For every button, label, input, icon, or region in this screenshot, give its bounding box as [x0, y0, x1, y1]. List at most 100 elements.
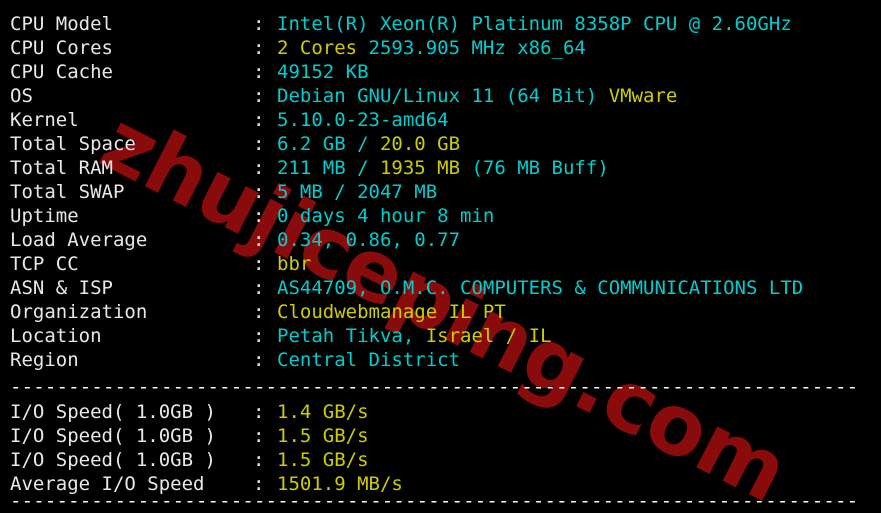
row-colon: :: [253, 13, 265, 35]
row-colon: :: [253, 425, 265, 447]
row-colon: :: [253, 109, 265, 131]
system-info-table: CPU Model: Intel(R) Xeon(R) Platinum 8358…: [10, 12, 803, 372]
separator-line-middle: ----------------------------------------…: [10, 376, 859, 398]
info-row: Kernel:5.10.0-23-amd64: [10, 108, 803, 132]
value-segment: 5.10.0-23-amd64: [277, 109, 449, 131]
info-row: OS: Debian GNU/Linux 11 (64 Bit) VMware: [10, 84, 803, 108]
row-label: Kernel: [10, 109, 79, 131]
row-label: Location: [10, 325, 102, 347]
row-colon: :: [253, 157, 265, 179]
row-value: 0.34, 0.86, 0.77: [277, 229, 460, 251]
row-label: CPU Model: [10, 13, 113, 35]
value-segment: VMware: [608, 85, 678, 107]
info-row: Location: Petah Tikva, Israel / IL: [10, 324, 803, 348]
row-label: Organization: [10, 301, 148, 323]
info-row: Total Space:6.2 GB / 20.0 GB: [10, 132, 803, 156]
row-value: Petah Tikva, Israel / IL: [277, 325, 552, 347]
value-segment: 0.34, 0.86, 0.77: [277, 229, 461, 251]
row-value: 211 MB / 1935 MB (76 MB Buff): [277, 157, 609, 179]
row-value: 49152 KB: [277, 61, 369, 83]
io-speed-table: I/O Speed( 1.0GB ):1.4 GB/s I/O Speed( 1.…: [10, 400, 403, 496]
row-colon: :: [253, 85, 265, 107]
info-row: Total RAM:211 MB / 1935 MB (76 MB Buff): [10, 156, 803, 180]
value-segment: Central District: [277, 349, 461, 371]
row-value: bbr: [277, 253, 311, 275]
terminal-screen: zhujiceping.com ------------------------…: [0, 0, 881, 513]
row-value: 2 Cores 2593.905 MHz x86_64: [277, 37, 586, 59]
value-segment: Debian GNU/Linux 11 (64 Bit): [277, 85, 609, 107]
row-colon: :: [253, 37, 265, 59]
row-colon: :: [253, 349, 265, 371]
value-segment: 211 MB: [277, 157, 358, 179]
row-label: Load Average: [10, 229, 148, 251]
row-value: 5 MB / 2047 MB: [277, 181, 437, 203]
value-segment: 49152 KB: [277, 61, 369, 83]
row-label: CPU Cache: [10, 61, 113, 83]
row-colon: :: [253, 205, 265, 227]
row-colon: :: [253, 301, 265, 323]
value-segment: Cloudwebmanage IL PT: [277, 301, 506, 323]
row-colon: :: [253, 401, 265, 423]
value-segment: 1.5 GB/s: [277, 449, 369, 471]
row-label: Uptime: [10, 205, 79, 227]
separator-line-top: ----------------------------------------…: [10, 0, 878, 10]
row-label: Total RAM: [10, 157, 113, 179]
row-label: Region: [10, 349, 79, 371]
row-colon: :: [253, 253, 265, 275]
value-segment: 6.2 GB: [277, 133, 358, 155]
info-row: Region: Central District: [10, 348, 803, 372]
row-value: Debian GNU/Linux 11 (64 Bit) VMware: [277, 85, 677, 107]
info-row: TCP CC: bbr: [10, 252, 803, 276]
value-segment: (76 MB Buff): [460, 157, 609, 179]
value-segment: /: [357, 157, 380, 179]
value-segment: 1935 MB: [379, 157, 461, 179]
io-row: I/O Speed( 1.0GB ):1.4 GB/s: [10, 400, 403, 424]
row-colon: :: [253, 133, 265, 155]
info-row: CPU Cores:2 Cores 2593.905 MHz x86_64: [10, 36, 803, 60]
value-segment: 0 days 4 hour 8 min: [277, 205, 495, 227]
value-segment: 20.0 GB: [379, 133, 461, 155]
separator-line-bottom: ----------------------------------------…: [10, 490, 859, 512]
row-value: Cloudwebmanage IL PT: [277, 301, 506, 323]
info-row: Organization: Cloudwebmanage IL PT: [10, 300, 803, 324]
row-label: TCP CC: [10, 253, 79, 275]
row-value: 5.10.0-23-amd64: [277, 109, 449, 131]
row-value: 6.2 GB / 20.0 GB: [277, 133, 460, 155]
row-value: 0 days 4 hour 8 min: [277, 205, 494, 227]
value-segment: AS44709, O.M.C. COMPUTERS & COMMUNICATIO…: [277, 277, 804, 299]
value-segment: 2 Cores: [277, 37, 358, 59]
value-segment: 2593.905 MHz x86_64: [357, 37, 586, 59]
row-label: ASN & ISP: [10, 277, 113, 299]
info-row: ASN & ISP: AS44709, O.M.C. COMPUTERS & CO…: [10, 276, 803, 300]
io-row: I/O Speed( 1.0GB ):1.5 GB/s: [10, 424, 403, 448]
value-segment: bbr: [277, 253, 312, 275]
row-label: I/O Speed( 1.0GB ): [10, 449, 216, 471]
info-row: CPU Model: Intel(R) Xeon(R) Platinum 8358…: [10, 12, 803, 36]
row-label: Total Space: [10, 133, 136, 155]
value-segment: Israel / IL: [425, 325, 552, 347]
row-label: I/O Speed( 1.0GB ): [10, 425, 216, 447]
row-label: I/O Speed( 1.0GB ): [10, 401, 216, 423]
row-value: 1.5 GB/s: [277, 425, 369, 447]
row-colon: :: [253, 61, 265, 83]
row-colon: :: [253, 181, 265, 203]
value-segment: /: [357, 133, 380, 155]
row-colon: :: [253, 229, 265, 251]
value-segment: 5 MB / 2047 MB: [277, 181, 438, 203]
row-label: Total SWAP: [10, 181, 125, 203]
io-row: I/O Speed( 1.0GB ):1.5 GB/s: [10, 448, 403, 472]
row-value: 1.5 GB/s: [277, 449, 369, 471]
row-colon: :: [253, 449, 265, 471]
info-row: Uptime:0 days 4 hour 8 min: [10, 204, 803, 228]
info-row: Load Average:0.34, 0.86, 0.77: [10, 228, 803, 252]
value-segment: Intel(R) Xeon(R) Platinum 8358P CPU @ 2.…: [277, 13, 792, 35]
row-value: Intel(R) Xeon(R) Platinum 8358P CPU @ 2.…: [277, 13, 792, 35]
info-row: Total SWAP:5 MB / 2047 MB: [10, 180, 803, 204]
row-label: CPU Cores: [10, 37, 113, 59]
value-segment: Petah Tikva,: [277, 325, 426, 347]
terminal-output: ----------------------------------------…: [0, 0, 881, 513]
row-value: 1.4 GB/s: [277, 401, 369, 423]
info-row: CPU Cache:49152 KB: [10, 60, 803, 84]
row-value: AS44709, O.M.C. COMPUTERS & COMMUNICATIO…: [277, 277, 803, 299]
row-colon: :: [253, 277, 265, 299]
